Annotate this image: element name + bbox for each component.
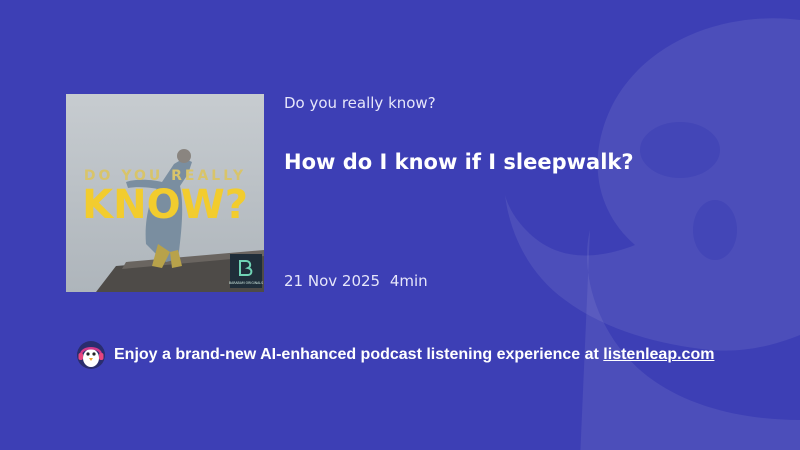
cover-title: KNOW? xyxy=(82,182,248,228)
podcast-share-card: DO YOU REALLY KNOW? BARABAM ORIGINALS Do… xyxy=(0,0,800,450)
promo-banner: Enjoy a brand-new AI-enhanced podcast li… xyxy=(76,341,714,369)
cover-badge-text: BARABAM ORIGINALS xyxy=(229,281,263,285)
penguin-headphones-icon xyxy=(77,341,105,369)
podcast-show-name: Do you really know? xyxy=(284,94,436,112)
episode-meta: 21 Nov 2025 4min xyxy=(284,272,428,290)
promo-message: Enjoy a brand-new AI-enhanced podcast li… xyxy=(114,346,604,363)
listenleap-link[interactable]: listenleap.com xyxy=(603,346,714,363)
episode-date: 21 Nov 2025 xyxy=(284,272,381,290)
podcast-cover-art: DO YOU REALLY KNOW? BARABAM ORIGINALS xyxy=(66,94,264,292)
episode-title: How do I know if I sleepwalk? xyxy=(284,150,634,174)
babbam-originals-logo-icon: BARABAM ORIGINALS xyxy=(229,254,263,288)
episode-duration: 4min xyxy=(389,272,428,290)
promo-text: Enjoy a brand-new AI-enhanced podcast li… xyxy=(114,346,714,364)
podcast-mascot-watermark-icon xyxy=(505,18,800,450)
